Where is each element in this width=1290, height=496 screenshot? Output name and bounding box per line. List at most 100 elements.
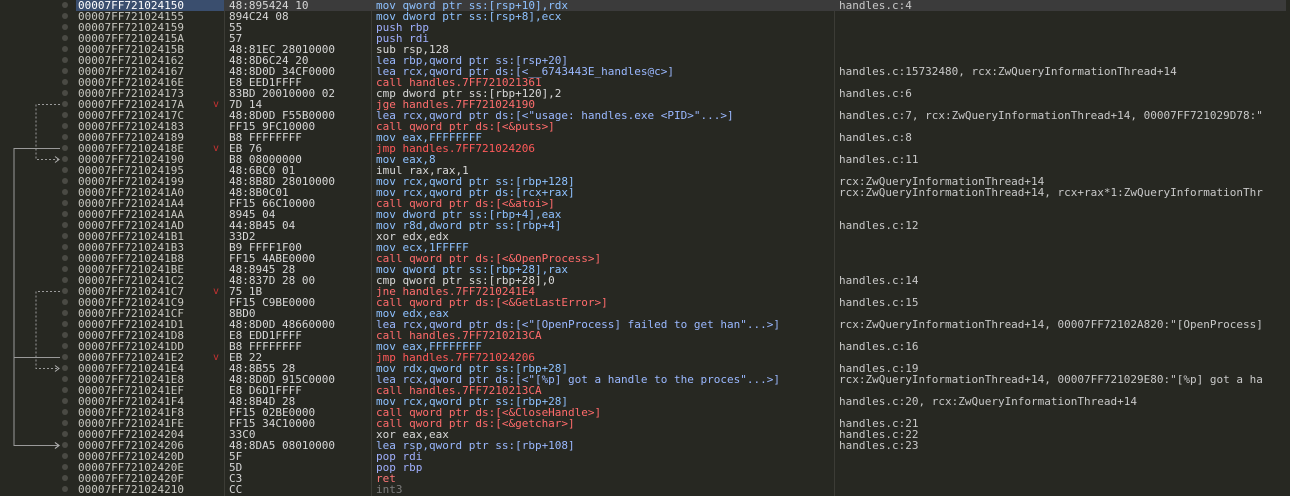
disasm-row[interactable]: 00007FF7210241C7 75 1B v jne handles.7FF721… (0, 286, 1290, 297)
breakpoint-dot-icon[interactable] (62, 486, 68, 492)
breakpoint-dot-icon[interactable] (62, 332, 68, 338)
instruction-comment: handles.c:7, rcx:ZwQueryInformationThrea… (839, 109, 1263, 122)
disasm-row[interactable]: 00007FF721024155 894C24 08 mov dword ptr s… (0, 11, 1290, 22)
breakpoint-dot-icon[interactable] (62, 475, 68, 481)
disasm-row[interactable]: 00007FF721024190 B8 08000000 mov eax,8 hand… (0, 154, 1290, 165)
breakpoint-dot-icon[interactable] (62, 24, 68, 30)
instruction-bytes: CC (229, 483, 243, 496)
disasm-row[interactable]: 00007FF7210241AA 8945 04 mov dword ptr ss:… (0, 209, 1290, 220)
disasm-row[interactable]: 00007FF721024159 55 push rbp (0, 22, 1290, 33)
disasm-row[interactable]: 00007FF72102418E EB 76 v jmp handles.7FF721… (0, 143, 1290, 154)
breakpoint-dot-icon[interactable] (62, 453, 68, 459)
disasm-row[interactable]: 00007FF721024210 CC int3 (0, 484, 1290, 495)
instruction-comment: handles.c:12 (839, 219, 919, 232)
breakpoint-dot-icon[interactable] (62, 233, 68, 239)
breakpoint-dot-icon[interactable] (62, 442, 68, 448)
breakpoint-dot-icon[interactable] (62, 145, 68, 151)
breakpoint-dot-icon[interactable] (62, 79, 68, 85)
instruction-comment: handles.c:23 (839, 439, 919, 452)
breakpoint-dot-icon[interactable] (62, 2, 68, 8)
breakpoint-dot-icon[interactable] (62, 398, 68, 404)
instruction-comment: rcx:ZwQueryInformationThread+14, 00007FF… (839, 373, 1263, 386)
breakpoint-dot-icon[interactable] (62, 409, 68, 415)
breakpoint-dot-icon[interactable] (62, 464, 68, 470)
disasm-row[interactable]: 00007FF72102415B 48:81EC 28010000 sub rsp,… (0, 44, 1290, 55)
instruction-comment: handles.c:15732480, rcx:ZwQueryInformati… (839, 65, 1177, 78)
instruction-comment: handles.c:6 (839, 87, 912, 100)
disasm-row[interactable]: 00007FF7210241FE FF15 34C10000 call qword … (0, 418, 1290, 429)
disasm-row[interactable]: 00007FF72102416E E8 EED1FFFF call handles.… (0, 77, 1290, 88)
breakpoint-dot-icon[interactable] (62, 134, 68, 140)
breakpoint-dot-icon[interactable] (62, 420, 68, 426)
disasm-row[interactable]: 00007FF7210241A4 FF15 66C10000 call qword … (0, 198, 1290, 209)
disasm-row[interactable]: 00007FF7210241E8 48:8D0D 915C0000 lea rcx,… (0, 374, 1290, 385)
breakpoint-dot-icon[interactable] (62, 277, 68, 283)
breakpoint-dot-icon[interactable] (62, 255, 68, 261)
breakpoint-dot-icon[interactable] (62, 387, 68, 393)
disasm-row[interactable]: 00007FF7210241D1 48:8D0D 48660000 lea rcx,… (0, 319, 1290, 330)
instruction-comment: handles.c:11 (839, 153, 919, 166)
breakpoint-dot-icon[interactable] (62, 46, 68, 52)
disasm-row[interactable]: 00007FF7210241F4 48:8B4D 28 mov rcx,qword … (0, 396, 1290, 407)
breakpoint-dot-icon[interactable] (62, 244, 68, 250)
disasm-row[interactable]: 00007FF72102417C 48:8D0D F55B0000 lea rcx,… (0, 110, 1290, 121)
breakpoint-dot-icon[interactable] (62, 222, 68, 228)
disasm-row[interactable]: 00007FF721024173 83BD 20010000 02 cmp dwor… (0, 88, 1290, 99)
breakpoint-dot-icon[interactable] (62, 321, 68, 327)
breakpoint-dot-icon[interactable] (62, 288, 68, 294)
disasm-row[interactable]: 00007FF721024167 48:8D0D 34CF0000 lea rcx,… (0, 66, 1290, 77)
disasm-row[interactable]: 00007FF72102420D 5F pop rdi (0, 451, 1290, 462)
disasm-row[interactable]: 00007FF721024204 33C0 xor eax,eax handles.c… (0, 429, 1290, 440)
disasm-row[interactable]: 00007FF7210241B3 B9 FFFF1F00 mov ecx,1FFFF… (0, 242, 1290, 253)
breakpoint-dot-icon[interactable] (62, 200, 68, 206)
disasm-row[interactable]: 00007FF7210241C9 FF15 C9BE0000 call qword … (0, 297, 1290, 308)
disasm-row[interactable]: 00007FF72102420F C3 ret (0, 473, 1290, 484)
disasm-row[interactable]: 00007FF7210241A0 48:8B0C01 mov rcx,qword p… (0, 187, 1290, 198)
breakpoint-dot-icon[interactable] (62, 266, 68, 272)
breakpoint-dot-icon[interactable] (62, 101, 68, 107)
instruction-text: int3 (376, 483, 403, 496)
disasm-row[interactable]: 00007FF7210241B8 FF15 4ABE0000 call qword … (0, 253, 1290, 264)
breakpoint-dot-icon[interactable] (62, 112, 68, 118)
breakpoint-dot-icon[interactable] (62, 123, 68, 129)
breakpoint-dot-icon[interactable] (62, 310, 68, 316)
disasm-row[interactable]: 00007FF7210241B1 33D2 xor edx,edx (0, 231, 1290, 242)
disasm-row[interactable]: 00007FF7210241BE 48:8945 28 mov qword ptr … (0, 264, 1290, 275)
disasm-row[interactable]: 00007FF7210241DD B8 FFFFFFFF mov eax,FFFFF… (0, 341, 1290, 352)
breakpoint-dot-icon[interactable] (62, 354, 68, 360)
breakpoint-dot-icon[interactable] (62, 156, 68, 162)
breakpoint-dot-icon[interactable] (62, 57, 68, 63)
breakpoint-dot-icon[interactable] (62, 178, 68, 184)
jump-indicator-icon: v (213, 286, 220, 297)
instruction-comment: rcx:ZwQueryInformationThread+14, rcx+rax… (839, 186, 1263, 199)
disasm-row[interactable]: 00007FF7210241D8 E8 EDD1FFFF call handles.… (0, 330, 1290, 341)
breakpoint-dot-icon[interactable] (62, 13, 68, 19)
disasm-row[interactable]: 00007FF72102415A 57 push rdi (0, 33, 1290, 44)
disasm-row[interactable]: 00007FF721024183 FF15 9FC10000 call qword … (0, 121, 1290, 132)
disasm-row[interactable]: 00007FF7210241F8 FF15 02BE0000 call qword … (0, 407, 1290, 418)
disasm-row[interactable]: 00007FF7210241E2 EB 22 v jmp handles.7FF721… (0, 352, 1290, 363)
breakpoint-dot-icon[interactable] (62, 365, 68, 371)
breakpoint-dot-icon[interactable] (62, 299, 68, 305)
breakpoint-dot-icon[interactable] (62, 90, 68, 96)
disasm-row[interactable]: 00007FF72102420E 5D pop rbp (0, 462, 1290, 473)
breakpoint-dot-icon[interactable] (62, 68, 68, 74)
instruction-comment: rcx:ZwQueryInformationThread+14, 00007FF… (839, 318, 1263, 331)
breakpoint-dot-icon[interactable] (62, 431, 68, 437)
disasm-row[interactable]: 00007FF721024206 48:8DA5 08010000 lea rsp,… (0, 440, 1290, 451)
disasm-row[interactable]: 00007FF721024150 48:895424 10 mov qword pt… (0, 0, 1290, 11)
disasm-row[interactable]: 00007FF7210241AD 44:8B45 04 mov r8d,dword … (0, 220, 1290, 231)
jump-indicator-icon: v (213, 99, 220, 110)
breakpoint-dot-icon[interactable] (62, 189, 68, 195)
breakpoint-dot-icon[interactable] (62, 167, 68, 173)
disasm-row[interactable]: 00007FF721024195 48:6BC0 01 imul rax,rax,1 (0, 165, 1290, 176)
breakpoint-dot-icon[interactable] (62, 211, 68, 217)
breakpoint-dot-icon[interactable] (62, 376, 68, 382)
breakpoint-dot-icon[interactable] (62, 35, 68, 41)
disasm-row[interactable]: 00007FF721024189 B8 FFFFFFFF mov eax,FFFFF… (0, 132, 1290, 143)
disasm-row[interactable]: 00007FF7210241C2 48:837D 28 00 cmp qword p… (0, 275, 1290, 286)
instruction-comment: handles.c:16 (839, 340, 919, 353)
breakpoint-dot-icon[interactable] (62, 343, 68, 349)
disassembly-view[interactable]: 00007FF721024150 48:895424 10 mov qword pt… (0, 0, 1290, 496)
jump-indicator-icon: v (213, 143, 220, 154)
